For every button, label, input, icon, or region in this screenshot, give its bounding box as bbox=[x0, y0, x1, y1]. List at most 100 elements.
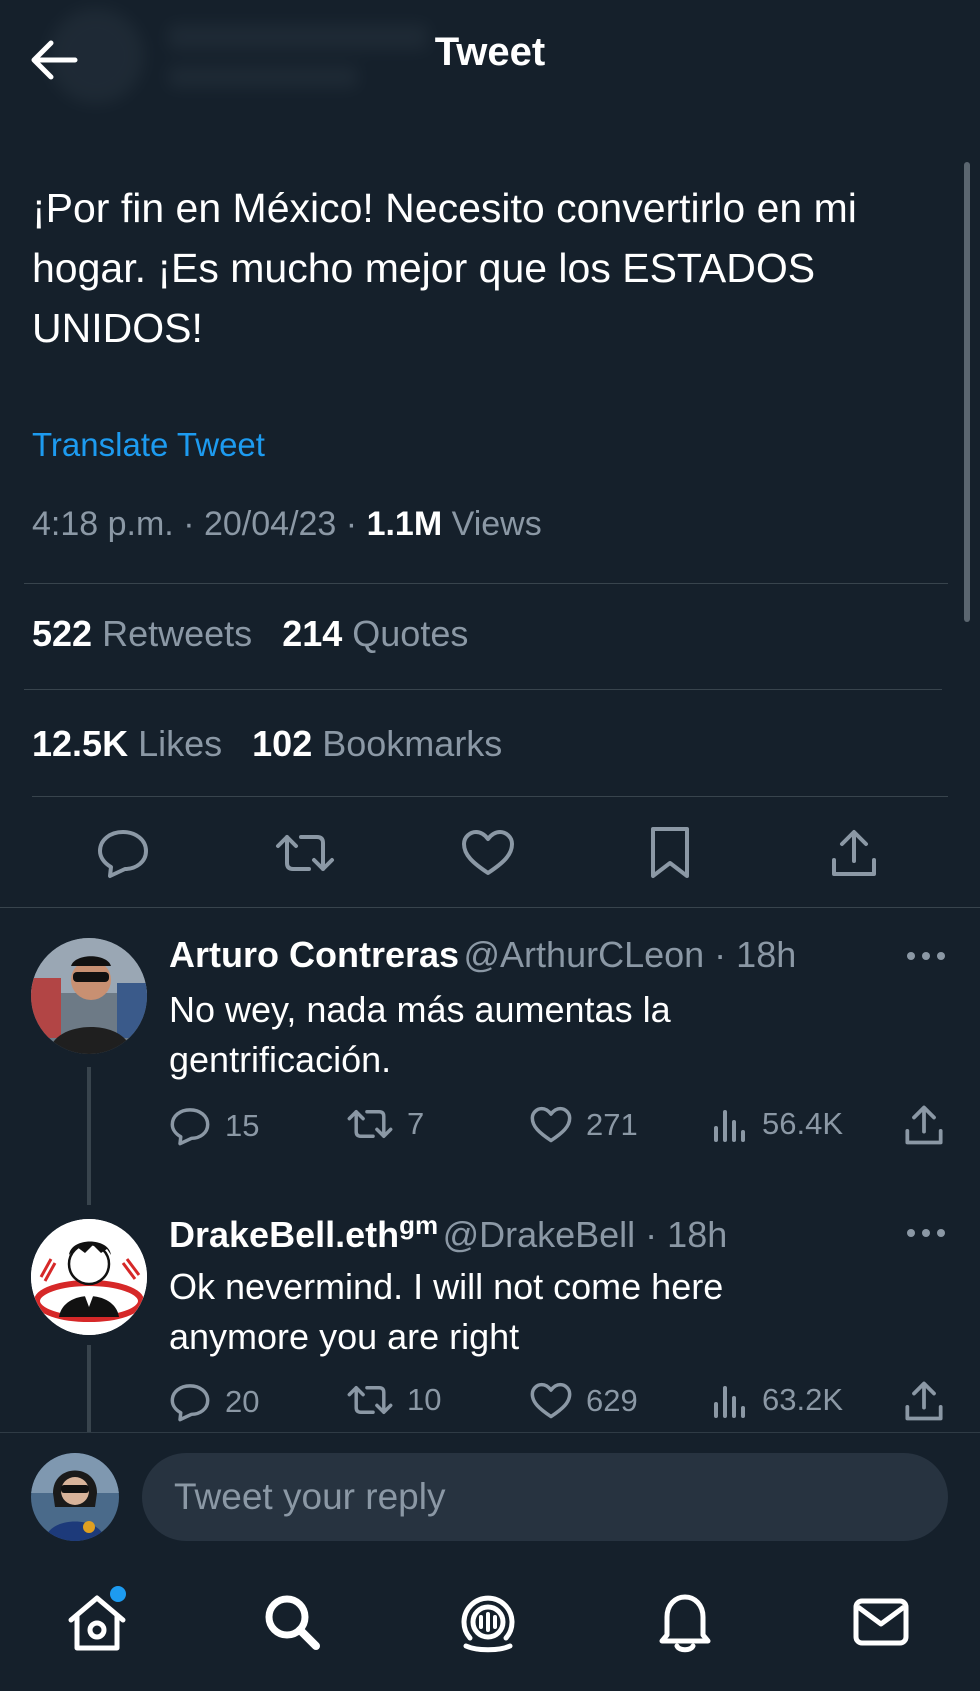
nav-notifications[interactable] bbox=[640, 1572, 730, 1672]
reply-author-name-text: DrakeBell.eth bbox=[169, 1214, 400, 1255]
search-icon bbox=[265, 1595, 320, 1650]
translate-tweet-link[interactable]: Translate Tweet bbox=[32, 426, 265, 464]
reply-author-name[interactable]: DrakeBell.ethgm bbox=[169, 1210, 438, 1255]
views-label: Views bbox=[451, 505, 542, 543]
reply-count: 20 bbox=[225, 1384, 260, 1419]
share-icon bbox=[905, 1105, 943, 1145]
reply-author-name-sup: gm bbox=[399, 1210, 439, 1240]
retweet-stats: 522 Retweets 214 Quotes bbox=[32, 613, 468, 655]
like-button[interactable] bbox=[443, 808, 533, 898]
quotes-label: Quotes bbox=[352, 613, 469, 654]
reply-text-line: anymore you are right bbox=[169, 1316, 520, 1357]
like-count: 271 bbox=[586, 1107, 638, 1142]
scrollbar[interactable] bbox=[964, 162, 970, 622]
heart-icon bbox=[530, 1106, 572, 1143]
retweets-label: Retweets bbox=[102, 613, 253, 654]
reply-action-bar: 20 10 629 63.2K bbox=[169, 1380, 959, 1430]
thread-line bbox=[87, 1067, 91, 1205]
views-count: 63.2K bbox=[762, 1382, 844, 1417]
nav-messages[interactable] bbox=[836, 1572, 926, 1672]
tweet-action-bar bbox=[0, 808, 980, 898]
reply-views-button[interactable]: 56.4K bbox=[712, 1106, 843, 1142]
like-count: 629 bbox=[586, 1383, 638, 1418]
quotes-stat[interactable]: 214 Quotes bbox=[282, 613, 468, 655]
tweet-text-line: ¡Por fin en México! Necesito convertirlo… bbox=[32, 185, 857, 231]
tweet-meta: 4:18 p.m. · 20/04/23 · 1.1M Views bbox=[32, 505, 542, 543]
avatar[interactable] bbox=[31, 938, 147, 1054]
bell-icon bbox=[659, 1594, 711, 1653]
reply-header: Arturo Contreras @ArthurCLeon · 18h bbox=[169, 934, 797, 975]
reply-age: 18h bbox=[667, 1214, 728, 1255]
reply-retweet-button[interactable]: 7 bbox=[347, 1106, 424, 1142]
nav-search[interactable] bbox=[247, 1572, 337, 1672]
page-title: Tweet bbox=[434, 30, 546, 74]
back-button[interactable] bbox=[22, 30, 86, 90]
avatar-image bbox=[31, 1453, 119, 1541]
more-options-button[interactable] bbox=[898, 1213, 954, 1253]
quotes-count: 214 bbox=[282, 613, 343, 654]
reply-input[interactable]: Tweet your reply bbox=[142, 1453, 948, 1541]
user-avatar[interactable] bbox=[31, 1453, 119, 1541]
views-icon bbox=[714, 1110, 745, 1142]
reply-action-bar: 15 7 271 56.4K bbox=[169, 1104, 959, 1154]
views-count: 56.4K bbox=[762, 1106, 844, 1141]
heart-icon bbox=[462, 830, 514, 875]
reply-text: No wey, nada más aumentas la gentrificac… bbox=[169, 985, 929, 1085]
reply-views-button[interactable]: 63.2K bbox=[712, 1382, 843, 1418]
heart-icon bbox=[530, 1382, 572, 1419]
divider bbox=[32, 796, 948, 797]
retweet-count: 10 bbox=[407, 1382, 442, 1417]
reply-icon bbox=[170, 1108, 210, 1146]
views-count: 1.1M bbox=[366, 505, 443, 543]
nav-home[interactable] bbox=[52, 1572, 142, 1672]
more-icon bbox=[907, 952, 945, 960]
avatar-image bbox=[31, 938, 147, 1054]
reply-header: DrakeBell.ethgm @DrakeBell · 18h bbox=[169, 1210, 728, 1255]
tweet-text-line: UNIDOS! bbox=[32, 305, 203, 351]
retweets-stat[interactable]: 522 Retweets bbox=[32, 613, 252, 655]
reply-text-line: gentrificación. bbox=[169, 1039, 392, 1080]
share-button[interactable] bbox=[809, 808, 899, 898]
reply-reply-button[interactable]: 20 bbox=[169, 1382, 259, 1422]
bookmarks-count: 102 bbox=[252, 723, 313, 764]
arrow-left-icon bbox=[31, 40, 78, 80]
reply-author-name[interactable]: Arturo Contreras bbox=[169, 934, 459, 975]
reply-author-handle[interactable]: @ArthurCLeon bbox=[464, 934, 705, 975]
nav-spaces[interactable] bbox=[443, 1572, 533, 1672]
reply-text-line: No wey, nada más aumentas la bbox=[169, 989, 671, 1030]
reply-icon bbox=[170, 1384, 210, 1422]
reply-share-button[interactable] bbox=[904, 1104, 958, 1146]
share-icon bbox=[832, 830, 876, 876]
divider bbox=[24, 689, 942, 690]
avatar[interactable] bbox=[31, 1219, 147, 1335]
bookmarks-stat[interactable]: 102 Bookmarks bbox=[252, 723, 502, 765]
retweet-button[interactable] bbox=[260, 808, 350, 898]
divider bbox=[0, 907, 980, 908]
bookmark-button[interactable] bbox=[625, 808, 715, 898]
tweet-text: ¡Por fin en México! Necesito convertirlo… bbox=[32, 178, 952, 358]
notification-dot bbox=[110, 1586, 126, 1602]
mail-icon bbox=[853, 1598, 909, 1646]
header: Tweet bbox=[0, 0, 980, 120]
reply-text-line: Ok nevermind. I will not come here bbox=[169, 1266, 724, 1307]
reply-reply-button[interactable]: 15 bbox=[169, 1106, 259, 1146]
like-stats: 12.5K Likes 102 Bookmarks bbox=[32, 723, 502, 765]
retweet-icon bbox=[276, 835, 334, 871]
reply-like-button[interactable]: 629 bbox=[530, 1382, 638, 1420]
retweet-icon bbox=[347, 1386, 393, 1414]
retweets-count: 522 bbox=[32, 613, 93, 654]
divider bbox=[0, 1432, 980, 1433]
spaces-icon bbox=[461, 1595, 515, 1653]
reply-share-button[interactable] bbox=[904, 1380, 958, 1422]
retweet-count: 7 bbox=[407, 1106, 425, 1141]
retweet-icon bbox=[347, 1110, 393, 1138]
views-icon bbox=[714, 1386, 745, 1418]
reply-retweet-button[interactable]: 10 bbox=[347, 1382, 441, 1418]
reply-like-button[interactable]: 271 bbox=[530, 1106, 638, 1144]
likes-stat[interactable]: 12.5K Likes bbox=[32, 723, 222, 765]
tweet-date: 20/04/23 bbox=[203, 505, 337, 543]
reply-button[interactable] bbox=[78, 808, 168, 898]
reply-age: 18h bbox=[736, 934, 797, 975]
more-options-button[interactable] bbox=[898, 936, 954, 976]
reply-author-handle[interactable]: @DrakeBell bbox=[443, 1214, 636, 1255]
